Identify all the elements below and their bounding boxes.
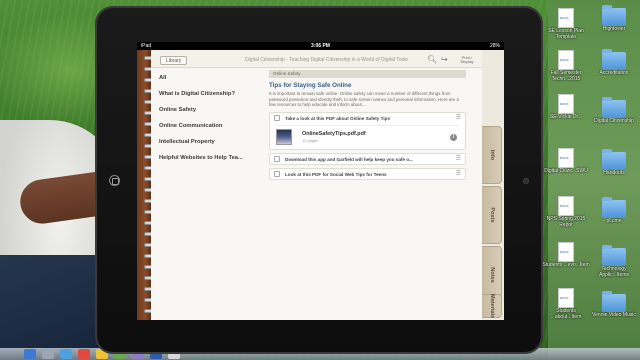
- library-button[interactable]: Library: [160, 56, 188, 65]
- content-body: It is important to remain safe online. O…: [269, 91, 459, 108]
- reorder-icon[interactable]: ☰: [456, 156, 461, 162]
- print-button[interactable]: Print / Display: [456, 56, 478, 64]
- task-label: Take a look at this PDF about Online Saf…: [285, 115, 390, 121]
- desktop-folder[interactable]: Handouts: [589, 149, 639, 177]
- nav-item-online-communication[interactable]: Online Communication: [159, 120, 264, 136]
- info-icon[interactable]: i: [450, 133, 457, 141]
- status-bar: iPad 3:06 PM 28%: [137, 42, 504, 50]
- app-header: Library Digital Citizenship - Teaching D…: [151, 50, 482, 68]
- nav-item-what-is-digital-citizenship[interactable]: What is Digital Citizenship?: [159, 88, 264, 104]
- nav-item-online-safety[interactable]: Online Safety: [159, 104, 264, 120]
- tab-materials[interactable]: Materials: [482, 294, 502, 318]
- nav-item-helpful-websites[interactable]: Helpful Websites to Help Tea...: [159, 152, 264, 168]
- task-checkbox[interactable]: [274, 115, 280, 121]
- desktop-folder[interactable]: Accreditation: [589, 49, 639, 77]
- folder-icon: [602, 291, 626, 312]
- safari-icon[interactable]: [60, 349, 72, 359]
- folder-icon: [602, 5, 626, 26]
- desktop-file[interactable]: SE-Vickie Dr...: [541, 94, 591, 121]
- task-label: Download this app and Garfield will help…: [285, 156, 413, 162]
- doc-icon: [558, 8, 574, 28]
- nav-sidebar: All What is Digital Citizenship? Online …: [159, 72, 264, 168]
- pdf-attachment[interactable]: OnlineSafetyTips.pdf.pdf 11 pages i: [276, 125, 459, 145]
- reorder-icon[interactable]: ☰: [456, 171, 461, 177]
- status-time: 3:06 PM: [311, 43, 330, 49]
- doc-icon: [558, 288, 574, 308]
- ipad-screen: iPad 3:06 PM 28% Library Digital Citizen…: [137, 42, 504, 320]
- reorder-icon[interactable]: ☰: [456, 115, 461, 121]
- nav-item-all[interactable]: All: [159, 72, 264, 88]
- share-icon[interactable]: ↪: [441, 55, 448, 64]
- tab-posts[interactable]: Posts: [482, 186, 502, 244]
- nav-item-intellectual-property[interactable]: Intellectual Property: [159, 136, 264, 152]
- content-panel: Online Safety Tips for Staying Safe Onli…: [269, 70, 466, 320]
- folder-icon: [602, 49, 626, 70]
- task-item[interactable]: Take a look at this PDF about Online Saf…: [269, 112, 466, 150]
- binder-tabs: Info Posts Notes Materials: [482, 50, 504, 320]
- desktop-file[interactable]: Students ...about...Item: [541, 288, 591, 320]
- desktop-folder[interactable]: Hightower: [589, 5, 639, 33]
- task-item[interactable]: Download this app and Garfield will help…: [269, 153, 466, 165]
- task-label: Look at this PDF for Social Web Tips for…: [285, 171, 387, 177]
- camera-icon: [523, 178, 529, 184]
- binder-spine: [137, 50, 156, 320]
- pdf-thumbnail-icon: [276, 129, 292, 145]
- search-icon[interactable]: 🔍︎: [427, 55, 437, 64]
- desktop-file[interactable]: NPS Spring 2015 Repor: [541, 196, 591, 228]
- battery-label: 28%: [489, 43, 500, 49]
- launchpad-icon[interactable]: [42, 349, 54, 359]
- folder-icon: [602, 197, 626, 218]
- doc-icon: [558, 242, 574, 262]
- doc-icon: [558, 50, 574, 70]
- desktop-file[interactable]: Digital Citize...SWU: [541, 148, 591, 175]
- task-item[interactable]: Look at this PDF for Social Web Tips for…: [269, 168, 466, 180]
- section-header: Online Safety: [269, 70, 466, 78]
- chrome-icon[interactable]: [78, 349, 90, 359]
- app-title: Digital Citizenship - Teaching Digital C…: [245, 57, 408, 63]
- content-title: Tips for Staying Safe Online: [269, 82, 352, 89]
- desktop-folder[interactable]: Vennie Video Music: [589, 291, 639, 319]
- attachment-pages: 11 pages: [302, 138, 319, 143]
- doc-icon: [558, 94, 574, 114]
- folder-icon: [602, 97, 626, 118]
- desktop-folder[interactable]: Technology Applic...Items: [589, 245, 639, 278]
- tab-info[interactable]: Info: [482, 126, 502, 184]
- desktop-file[interactable]: Students ...evo...Item: [541, 242, 591, 269]
- doc-icon: [558, 196, 574, 216]
- desktop-folder[interactable]: pLcme: [589, 197, 639, 225]
- desktop-file[interactable]: SE Lesson Plan Template: [541, 8, 591, 40]
- task-checkbox[interactable]: [274, 156, 280, 162]
- finder-icon[interactable]: [24, 349, 36, 359]
- attachment-name: OnlineSafetyTips.pdf.pdf: [302, 131, 366, 137]
- home-button[interactable]: [109, 175, 120, 186]
- desktop-file[interactable]: Fall Semester Techn...2015: [541, 50, 591, 82]
- folder-icon: [602, 149, 626, 170]
- carrier-label: iPad: [141, 43, 152, 49]
- binder-page: Library Digital Citizenship - Teaching D…: [151, 50, 482, 320]
- desktop-folder[interactable]: Digital Citizenship: [589, 97, 639, 125]
- folder-icon: [602, 245, 626, 266]
- doc-icon: [558, 148, 574, 168]
- task-checkbox[interactable]: [274, 171, 280, 177]
